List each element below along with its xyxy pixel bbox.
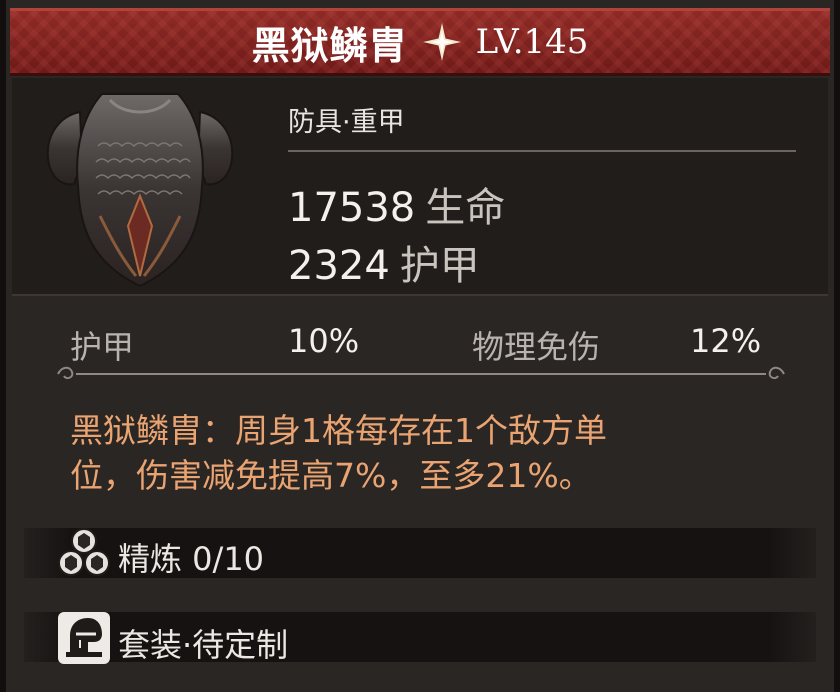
title-bar: 黑狱鳞胄 LV.145 [10, 8, 830, 76]
type-divider [288, 150, 796, 152]
stat-health-value: 17538 [288, 185, 416, 231]
stat-armor: 2324 护甲 [288, 233, 480, 291]
effect-description: 黑狱鳞胄：周身1格每存在1个敌方单 位，伤害减免提高7%，至多21%。 [70, 408, 750, 498]
refine-icon [58, 528, 110, 576]
stat-health: 17538 生命 [288, 175, 505, 233]
item-level: LV.145 [475, 22, 589, 62]
set-label: 套装·待定制 [118, 626, 289, 664]
stat-health-label: 生命 [425, 185, 506, 231]
star-rarity-icon [422, 23, 461, 61]
title-group: 黑狱鳞胄 LV.145 [10, 11, 830, 73]
refine-label: 精炼 0/10 [118, 540, 265, 578]
effect-line-1: 黑狱鳞胄：周身1格每存在1个敌方单 [70, 411, 607, 450]
stat-armor-value: 2324 [288, 243, 390, 289]
stat-armor-label: 护甲 [399, 243, 480, 289]
effect-line-2: 位，伤害减免提高7%，至多21%。 [70, 456, 592, 495]
resist-armor-value: 10% [288, 322, 360, 360]
item-name: 黑狱鳞胄 [251, 22, 408, 68]
item-type: 防具·重甲 [288, 107, 405, 138]
resist-physical-value: 12% [690, 322, 762, 360]
armor-item-icon [46, 93, 234, 288]
set-helmet-icon [58, 612, 110, 664]
ornament-divider [57, 366, 785, 380]
